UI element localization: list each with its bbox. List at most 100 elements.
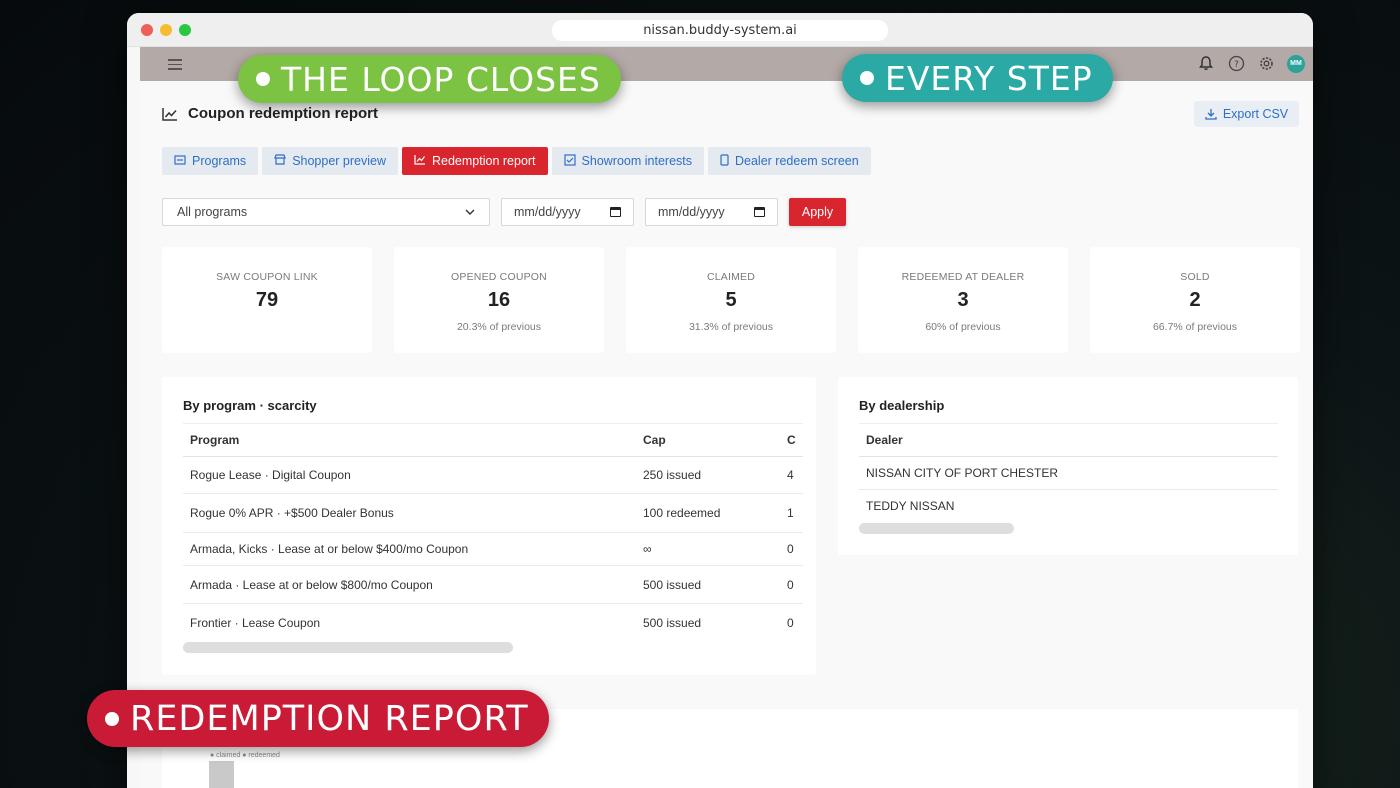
program-cell: Armada · Lease at or below $800/mo Coupo… [183,565,636,604]
page-title-text: Coupon redemption report [188,105,378,122]
browser-titlebar: nissan.buddy-system.ai [127,13,1313,47]
overlay-badge-redemption: REDEMPTION REPORT [87,690,549,747]
chevron-down-icon [465,209,475,215]
badge-dot [256,72,270,86]
browser-window: nissan.buddy-system.ai ? MM Coupon redem… [127,13,1313,788]
tab-programs[interactable]: Programs [162,147,259,175]
table-row: Rogue 0% APR · +$500 Dealer Bonus 100 re… [183,493,803,533]
count-cell: 1 [780,493,803,533]
stat-card: SOLD 2 66.7% of previous [1090,247,1300,353]
stat-label: SAW COUPON LINK [216,271,318,283]
export-csv-button[interactable]: Export CSV [1194,101,1299,127]
tab-dealer-redeem-screen-label: Dealer redeem screen [735,154,859,168]
badge-dot [860,71,874,85]
by-dealership-table: Dealer NISSAN CITY OF PORT CHESTER TEDDY… [859,423,1278,522]
store-icon [274,154,287,168]
funnel-stats: SAW COUPON LINK 79 OPENED COUPON 16 20.3… [162,247,1300,353]
cap-cell: ∞ [636,532,780,566]
svg-text:?: ? [1234,60,1239,70]
table-row: Armada, Kicks · Lease at or below $400/m… [183,532,803,566]
stat-sub: 60% of previous [925,321,1001,333]
stat-card: SAW COUPON LINK 79 [162,247,372,353]
tab-dealer-redeem-screen[interactable]: Dealer redeem screen [708,147,871,175]
phone-icon [720,153,729,169]
date-from-input[interactable]: mm/dd/yyyy [501,198,634,226]
cap-cell: 100 redeemed [636,493,780,533]
column-header: Cap [636,423,780,457]
stat-card: CLAIMED 5 31.3% of previous [626,247,836,353]
calendar-icon[interactable] [610,207,621,217]
program-cell: Rogue 0% APR · +$500 Dealer Bonus [183,493,636,533]
chart-icon [162,107,177,121]
tab-shopper-preview[interactable]: Shopper preview [262,147,398,175]
chart-bar [209,761,234,788]
tab-shopper-preview-label: Shopper preview [292,154,386,168]
report-tabs: Programs Shopper preview Redemption repo… [162,147,871,175]
table-row: Rogue Lease · Digital Coupon 250 issued … [183,456,803,494]
minimize-window-button[interactable] [160,24,172,36]
program-cell: Rogue Lease · Digital Coupon [183,456,636,494]
stat-value: 5 [725,289,737,311]
stat-value: 2 [1189,289,1201,311]
column-header: Program [183,423,636,457]
horizontal-scrollbar[interactable] [859,523,1014,534]
bell-icon[interactable] [1197,55,1215,73]
program-cell: Frontier · Lease Coupon [190,615,321,630]
count-cell: 4 [780,456,803,494]
stat-sub: 20.3% of previous [456,321,542,333]
stat-label: OPENED COUPON [451,271,547,283]
overlay-badge-loop-text: THE LOOP CLOSES [281,59,601,99]
checkbox-icon [563,153,576,169]
overlay-badge-step: EVERY STEP [842,54,1113,102]
dealer-cell: TEDDY NISSAN [866,498,955,513]
stat-card: REDEEMED AT DEALER 3 60% of previous [858,247,1068,353]
by-dealership-title: By dealership [859,398,945,413]
stat-label: REDEEMED AT DEALER [901,271,1025,283]
calendar-icon[interactable] [754,207,765,217]
page-title: Coupon redemption report [162,105,378,122]
stat-sub: 31.3% of previous [688,321,774,333]
count-cell: 0 [780,532,803,566]
dealer-cell: NISSAN CITY OF PORT CHESTER [859,456,1278,490]
help-icon[interactable]: ? [1227,55,1245,73]
program-cell: Armada, Kicks · Lease at or below $400/m… [183,532,636,566]
date-to-input[interactable]: mm/dd/yyyy [645,198,778,226]
stat-card: OPENED COUPON 16 20.3% of previous [394,247,604,353]
by-program-panel: By program · scarcity Program Cap C Rogu… [162,377,816,675]
horizontal-scrollbar[interactable] [183,642,513,653]
count-cell: 0 [780,565,803,604]
menu-icon[interactable] [168,59,182,70]
tab-showroom-interests[interactable]: Showroom interests [551,147,704,175]
column-header: Dealer [859,423,1278,457]
date-from-value: mm/dd/yyyy [514,205,581,219]
column-header: C [780,423,803,457]
table-header-row: Dealer [859,423,1278,457]
tab-programs-label: Programs [192,154,247,168]
stat-sub: 66.7% of previous [1152,321,1238,333]
chart-icon [414,154,426,168]
stat-value: 3 [957,289,969,311]
filter-bar: All programs mm/dd/yyyy mm/dd/yyyy Apply [162,198,846,226]
avatar[interactable]: MM [1287,55,1305,73]
overlay-badge-loop: THE LOOP CLOSES [238,55,621,103]
table-row: NISSAN CITY OF PORT CHESTER [859,456,1278,490]
apply-button[interactable]: Apply [789,198,846,226]
address-bar[interactable]: nissan.buddy-system.ai [552,20,888,41]
program-select-value: All programs [177,205,248,219]
gear-icon[interactable] [1257,55,1275,73]
table-row: TEDDY NISSAN [859,490,1278,522]
tab-showroom-interests-label: Showroom interests [581,154,692,168]
export-csv-label: Export CSV [1222,107,1289,121]
maximize-window-button[interactable] [179,24,191,36]
program-select[interactable]: All programs [162,198,490,226]
table-header-row: Program Cap C [183,423,803,457]
list-icon [174,154,186,168]
tab-redemption-report[interactable]: Redemption report [402,147,548,175]
by-program-title: By program · scarcity [183,398,317,413]
stat-label: SOLD [1180,271,1210,283]
close-window-button[interactable] [141,24,153,36]
date-to-value: mm/dd/yyyy [658,205,725,219]
badge-dot [105,711,119,726]
cap-cell: 250 issued [636,456,780,494]
stat-label: CLAIMED [706,271,756,283]
